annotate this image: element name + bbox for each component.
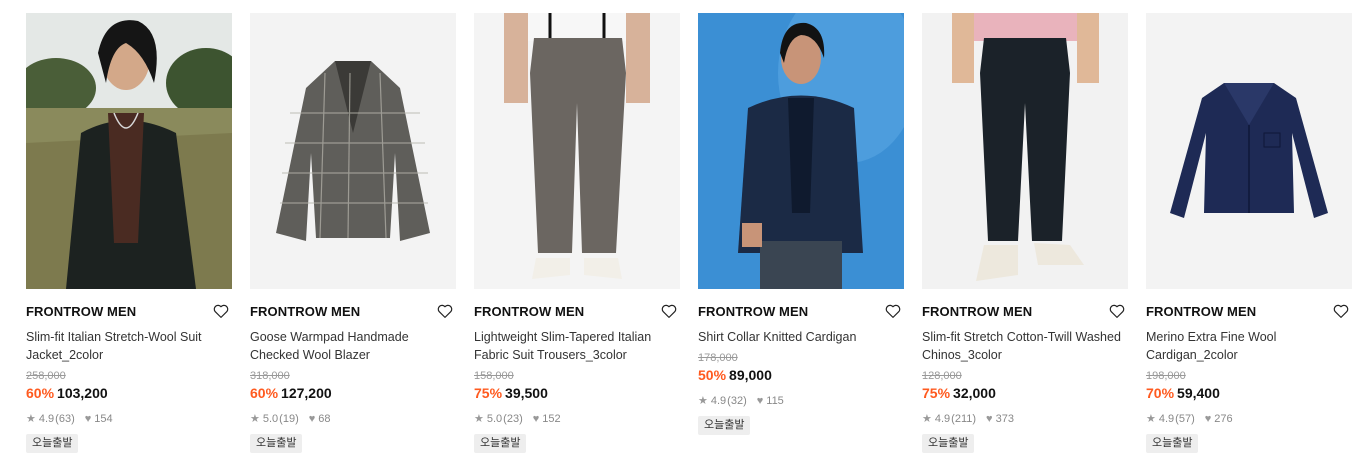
star-icon: ★ — [26, 413, 36, 425]
like-count: 154 — [94, 413, 113, 425]
shipping-badge: 오늘출발 — [474, 434, 527, 453]
like-count: 276 — [1214, 413, 1233, 425]
heart-filled-icon: ♥ — [532, 413, 540, 425]
discount-rate: 75% — [922, 385, 951, 401]
review-count: (211) — [951, 413, 977, 425]
original-price: 318,000 — [250, 370, 290, 382]
sale-price: 59,400 — [1177, 385, 1220, 401]
product-card[interactable]: FRONTROW MEN Slim-fit Italian Stretch-Wo… — [26, 13, 232, 453]
product-image[interactable] — [1146, 13, 1352, 289]
product-image[interactable] — [698, 13, 904, 289]
heart-outline-icon[interactable] — [660, 302, 678, 320]
review-count: (63) — [55, 413, 75, 425]
like-count: 152 — [542, 413, 561, 425]
product-card[interactable]: FRONTROW MEN Slim-fit Stretch Cotton-Twi… — [922, 13, 1128, 453]
shipping-badge: 오늘출발 — [698, 416, 751, 435]
product-meta: ★ 4.9 (63) ♥ 154 — [26, 412, 232, 426]
review-count: (19) — [279, 413, 299, 425]
product-meta: ★ 4.9 (211) ♥ 373 — [922, 412, 1128, 426]
original-price: 198,000 — [1146, 370, 1186, 382]
shipping-badge: 오늘출발 — [1146, 434, 1199, 453]
product-name[interactable]: Shirt Collar Knitted Cardigan — [698, 328, 904, 346]
price-row: 60% 127,200 — [250, 384, 456, 402]
rating: 5.0 — [262, 413, 279, 425]
rating: 4.9 — [1158, 413, 1175, 425]
heart-filled-icon: ♥ — [986, 413, 993, 425]
shipping-badge: 오늘출발 — [922, 434, 975, 453]
star-icon: ★ — [1146, 413, 1156, 425]
star-icon: ★ — [922, 413, 932, 425]
heart-filled-icon: ♥ — [84, 413, 92, 425]
shipping-badge: 오늘출발 — [250, 434, 303, 453]
product-meta: ★ 5.0 (23) ♥ 152 — [474, 412, 680, 426]
star-icon: ★ — [698, 395, 708, 407]
product-image[interactable] — [474, 13, 680, 289]
star-icon: ★ — [250, 413, 260, 425]
sale-price: 89,000 — [729, 367, 772, 383]
rating: 4.9 — [710, 395, 727, 407]
brand-name[interactable]: FRONTROW MEN — [1146, 303, 1352, 321]
product-meta: ★ 4.9 (32) ♥ 115 — [698, 394, 904, 408]
review-count: (23) — [503, 413, 523, 425]
rating: 4.9 — [38, 413, 55, 425]
product-card[interactable]: FRONTROW MEN Merino Extra Fine Wool Card… — [1146, 13, 1352, 453]
product-card[interactable]: FRONTROW MEN Goose Warmpad Handmade Chec… — [250, 13, 456, 453]
discount-rate: 75% — [474, 385, 503, 401]
product-name[interactable]: Lightweight Slim-Tapered Italian Fabric … — [474, 328, 680, 364]
heart-outline-icon[interactable] — [884, 302, 902, 320]
price-row: 70% 59,400 — [1146, 384, 1352, 402]
shipping-badge: 오늘출발 — [26, 434, 79, 453]
rating: 4.9 — [934, 413, 951, 425]
product-meta: ★ 4.9 (57) ♥ 276 — [1146, 412, 1352, 426]
heart-filled-icon: ♥ — [756, 395, 764, 407]
review-count: (32) — [727, 395, 747, 407]
sale-price: 32,000 — [953, 385, 996, 401]
brand-name[interactable]: FRONTROW MEN — [26, 303, 232, 321]
star-icon: ★ — [474, 413, 484, 425]
product-grid: FRONTROW MEN Slim-fit Italian Stretch-Wo… — [0, 0, 1361, 465]
product-card[interactable]: FRONTROW MEN Lightweight Slim-Tapered It… — [474, 13, 680, 453]
price-row: 50% 89,000 — [698, 366, 904, 384]
like-count: 373 — [995, 413, 1014, 425]
original-price: 258,000 — [26, 370, 66, 382]
heart-filled-icon: ♥ — [308, 413, 316, 425]
review-count: (57) — [1175, 413, 1195, 425]
brand-name[interactable]: FRONTROW MEN — [250, 303, 456, 321]
price-row: 75% 39,500 — [474, 384, 680, 402]
heart-outline-icon[interactable] — [212, 302, 230, 320]
product-name[interactable]: Slim-fit Italian Stretch-Wool Suit Jacke… — [26, 328, 232, 364]
discount-rate: 50% — [698, 367, 727, 383]
brand-name[interactable]: FRONTROW MEN — [474, 303, 680, 321]
product-card[interactable]: FRONTROW MEN Shirt Collar Knitted Cardig… — [698, 13, 904, 435]
product-name[interactable]: Slim-fit Stretch Cotton-Twill Washed Chi… — [922, 328, 1128, 364]
product-name[interactable]: Goose Warmpad Handmade Checked Wool Blaz… — [250, 328, 456, 364]
price-row: 60% 103,200 — [26, 384, 232, 402]
price-row: 75% 32,000 — [922, 384, 1128, 402]
product-image[interactable] — [26, 13, 232, 289]
rating: 5.0 — [486, 413, 503, 425]
sale-price: 39,500 — [505, 385, 548, 401]
brand-name[interactable]: FRONTROW MEN — [698, 303, 904, 321]
heart-outline-icon[interactable] — [436, 302, 454, 320]
heart-filled-icon: ♥ — [1204, 413, 1212, 425]
original-price: 158,000 — [474, 370, 514, 382]
product-meta: ★ 5.0 (19) ♥ 68 — [250, 412, 456, 426]
heart-outline-icon[interactable] — [1332, 302, 1350, 320]
sale-price: 127,200 — [281, 385, 332, 401]
sale-price: 103,200 — [57, 385, 108, 401]
discount-rate: 70% — [1146, 385, 1175, 401]
discount-rate: 60% — [250, 385, 279, 401]
brand-name[interactable]: FRONTROW MEN — [922, 303, 1128, 321]
product-image[interactable] — [922, 13, 1128, 289]
heart-outline-icon[interactable] — [1108, 302, 1126, 320]
original-price: 128,000 — [922, 370, 962, 382]
original-price: 178,000 — [698, 352, 738, 364]
like-count: 68 — [318, 413, 331, 425]
product-image[interactable] — [250, 13, 456, 289]
product-name[interactable]: Merino Extra Fine Wool Cardigan_2color — [1146, 328, 1352, 364]
like-count: 115 — [766, 395, 784, 407]
discount-rate: 60% — [26, 385, 55, 401]
